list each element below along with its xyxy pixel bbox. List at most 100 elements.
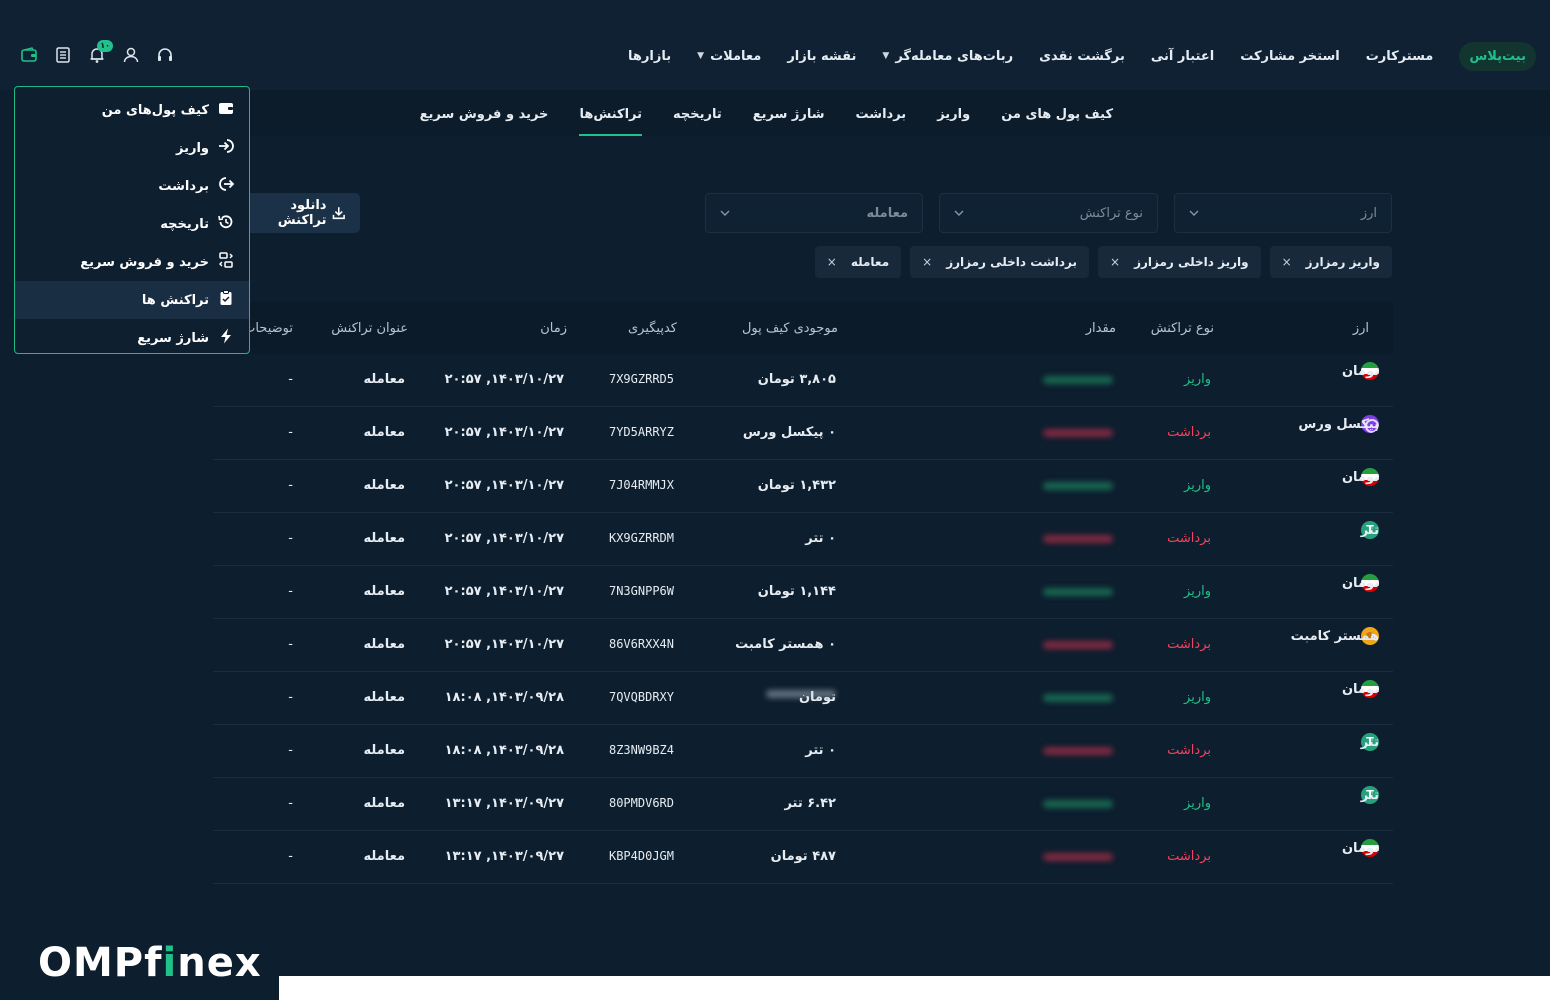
row-desc: - [288, 637, 293, 652]
wallet-menu-label: خرید و فروش سریع [80, 254, 209, 270]
nav-item-4[interactable]: برگشت نقدی [1039, 49, 1125, 64]
balance-value: ۰ پیکسل ورس [742, 425, 836, 440]
row-title: معامله [363, 425, 405, 440]
nav-item-5[interactable]: اعتبار آنی [1151, 49, 1214, 64]
close-icon[interactable]: × [827, 255, 837, 269]
nav-item-0[interactable]: بازارها [628, 49, 671, 64]
tab-5[interactable]: تراکنش‌ها [579, 92, 642, 136]
row-type: واریز [1184, 478, 1211, 493]
clipboard-icon [217, 289, 235, 311]
wallet-menu-item-5[interactable]: تراکنش ها [15, 281, 249, 319]
table-row: T تتر برداشت ۰ تتر KX9GZRRDM ۲۰:۵۷ ,۱۴۰۳/۱۰/۲… [213, 513, 1393, 566]
balance-value: ۴۸۷ تومان [770, 849, 836, 864]
close-icon[interactable]: × [1282, 255, 1292, 269]
row-type: برداشت [1167, 849, 1211, 864]
table-row: T تتر واریز ۶.۴۲ تتر 80PMDV6RD ۱۳:۱۷ ,۱۴۰۳/۰۹… [213, 778, 1393, 831]
row-desc: - [288, 531, 293, 546]
close-icon[interactable]: × [922, 255, 932, 269]
row-desc: - [288, 425, 293, 440]
wallet-menu-item-1[interactable]: واریز [15, 129, 249, 167]
row-desc: - [288, 849, 293, 864]
logo-part-omp: OMP [38, 940, 145, 986]
row-tracking-code: 8Z3NW9BZ4 [608, 743, 674, 757]
wallet-menu-item-0[interactable]: کیف پول‌های من [15, 91, 249, 129]
nav-item-3[interactable]: ربات‌های معامله‌گر ▼ [882, 49, 1013, 64]
caret-down-icon: ▼ [697, 51, 705, 61]
header-type: نوع تراکنش [1150, 320, 1214, 336]
row-time: ۲۰:۵۷ ,۱۴۰۳/۱۰/۲۷ [444, 584, 564, 599]
wallet-menu-item-2[interactable]: برداشت [15, 167, 249, 205]
row-tracking-code: 86V6RXX4N [608, 637, 674, 651]
tab-4[interactable]: تاریخچه [673, 92, 722, 136]
wallet-menu-item-4[interactable]: خرید و فروش سریع [15, 243, 249, 281]
nav-item-1[interactable]: معاملات ▼ [697, 49, 761, 64]
wallet-icon [217, 99, 235, 121]
tab-1[interactable]: واریز [937, 92, 970, 136]
row-desc: - [288, 372, 293, 387]
row-type: برداشت [1167, 531, 1211, 546]
row-type: برداشت [1167, 743, 1211, 758]
currency-select[interactable]: ارز [1174, 193, 1392, 233]
balance-value: ۰ تتر [805, 531, 836, 546]
download-icon [333, 207, 346, 220]
row-amount-hidden [1043, 535, 1113, 543]
nav-item-2[interactable]: نقشه بازار [787, 49, 856, 64]
nav-item-label: برگشت نقدی [1039, 48, 1125, 64]
chevron-down-icon [954, 210, 964, 216]
filters: ارز نوع تراکنش معامله [705, 193, 1392, 233]
bottom-strip [279, 976, 1550, 1000]
tab-3[interactable]: شارژ سریع [753, 92, 825, 136]
tab-6[interactable]: خرید و فروش سریع [420, 92, 549, 136]
row-time: ۲۰:۵۷ ,۱۴۰۳/۱۰/۲۷ [444, 531, 564, 546]
title-select-value: معامله [866, 205, 908, 221]
user-icon[interactable] [122, 46, 140, 64]
close-icon[interactable]: × [1110, 255, 1120, 269]
table-row: همستر کامبت برداشت ۰ همستر کامبت 86V6RXX4N ۲… [213, 619, 1393, 672]
brand-logo: OMPfinex [38, 940, 262, 986]
bell-icon[interactable]: ۱۰ [88, 40, 113, 64]
type-select[interactable]: نوع تراکنش [939, 193, 1158, 233]
download-label: دانلود تراکنش [277, 198, 327, 228]
tab-2[interactable]: برداشت [856, 92, 907, 136]
currency-name: تتر [1360, 787, 1379, 803]
nav-item-label: ربات‌های معامله‌گر [895, 48, 1014, 64]
header-title: عنوان تراکنش [331, 320, 408, 336]
nav-item-6[interactable]: استخر مشارکت [1240, 49, 1340, 64]
logout-arrow-icon [217, 175, 235, 197]
wallet-icon[interactable] [20, 46, 38, 64]
currency-name: تومان [1341, 469, 1379, 485]
row-desc: - [288, 743, 293, 758]
nav-item-label: معاملات [710, 48, 762, 64]
row-title: معامله [363, 584, 405, 599]
nav-item-label: بازارها [628, 48, 672, 64]
bitplus-button[interactable]: بیت‌پلاس [1459, 41, 1536, 71]
row-desc: - [288, 690, 293, 705]
row-time: ۱۸:۰۸ ,۱۴۰۳/۰۹/۲۸ [444, 690, 564, 705]
download-transactions-button[interactable]: دانلود تراکنش [240, 193, 360, 233]
row-time: ۱۳:۱۷ ,۱۴۰۳/۰۹/۲۷ [444, 849, 564, 864]
row-type: واریز [1184, 690, 1211, 705]
balance-value: ۱,۱۴۴ تومان [757, 584, 836, 599]
nav-item-label: استخر مشارکت [1240, 48, 1340, 64]
nav-item-7[interactable]: مسترکارت [1366, 49, 1434, 64]
balance-value: ۰ تتر [805, 743, 836, 758]
filter-chip: معامله × [814, 246, 902, 278]
row-title: معامله [363, 372, 405, 387]
title-select[interactable]: معامله [705, 193, 923, 233]
row-title: معامله [363, 637, 405, 652]
row-title: معامله [363, 849, 405, 864]
row-time: ۲۰:۵۷ ,۱۴۰۳/۱۰/۲۷ [444, 478, 564, 493]
row-amount-hidden [1043, 641, 1113, 649]
tab-0[interactable]: کیف پول های من [1001, 92, 1113, 136]
wallet-menu-label: شارژ سریع [137, 330, 209, 346]
wallet-menu-item-3[interactable]: تاریخچه [15, 205, 249, 243]
row-amount-hidden [1043, 429, 1113, 437]
headset-icon[interactable] [156, 46, 174, 64]
wallet-menu-item-6[interactable]: شارژ سریع [15, 319, 249, 357]
notification-badge: ۱۰ [97, 40, 113, 52]
row-title: معامله [363, 478, 405, 493]
chip-label: معامله [850, 255, 890, 269]
row-title: معامله [363, 531, 405, 546]
report-icon[interactable] [54, 46, 72, 64]
table-row: پیکسل ورس برداشت ۰ پیکسل ورس 7YD5ARRYZ ۲۰:۵۷… [213, 407, 1393, 460]
